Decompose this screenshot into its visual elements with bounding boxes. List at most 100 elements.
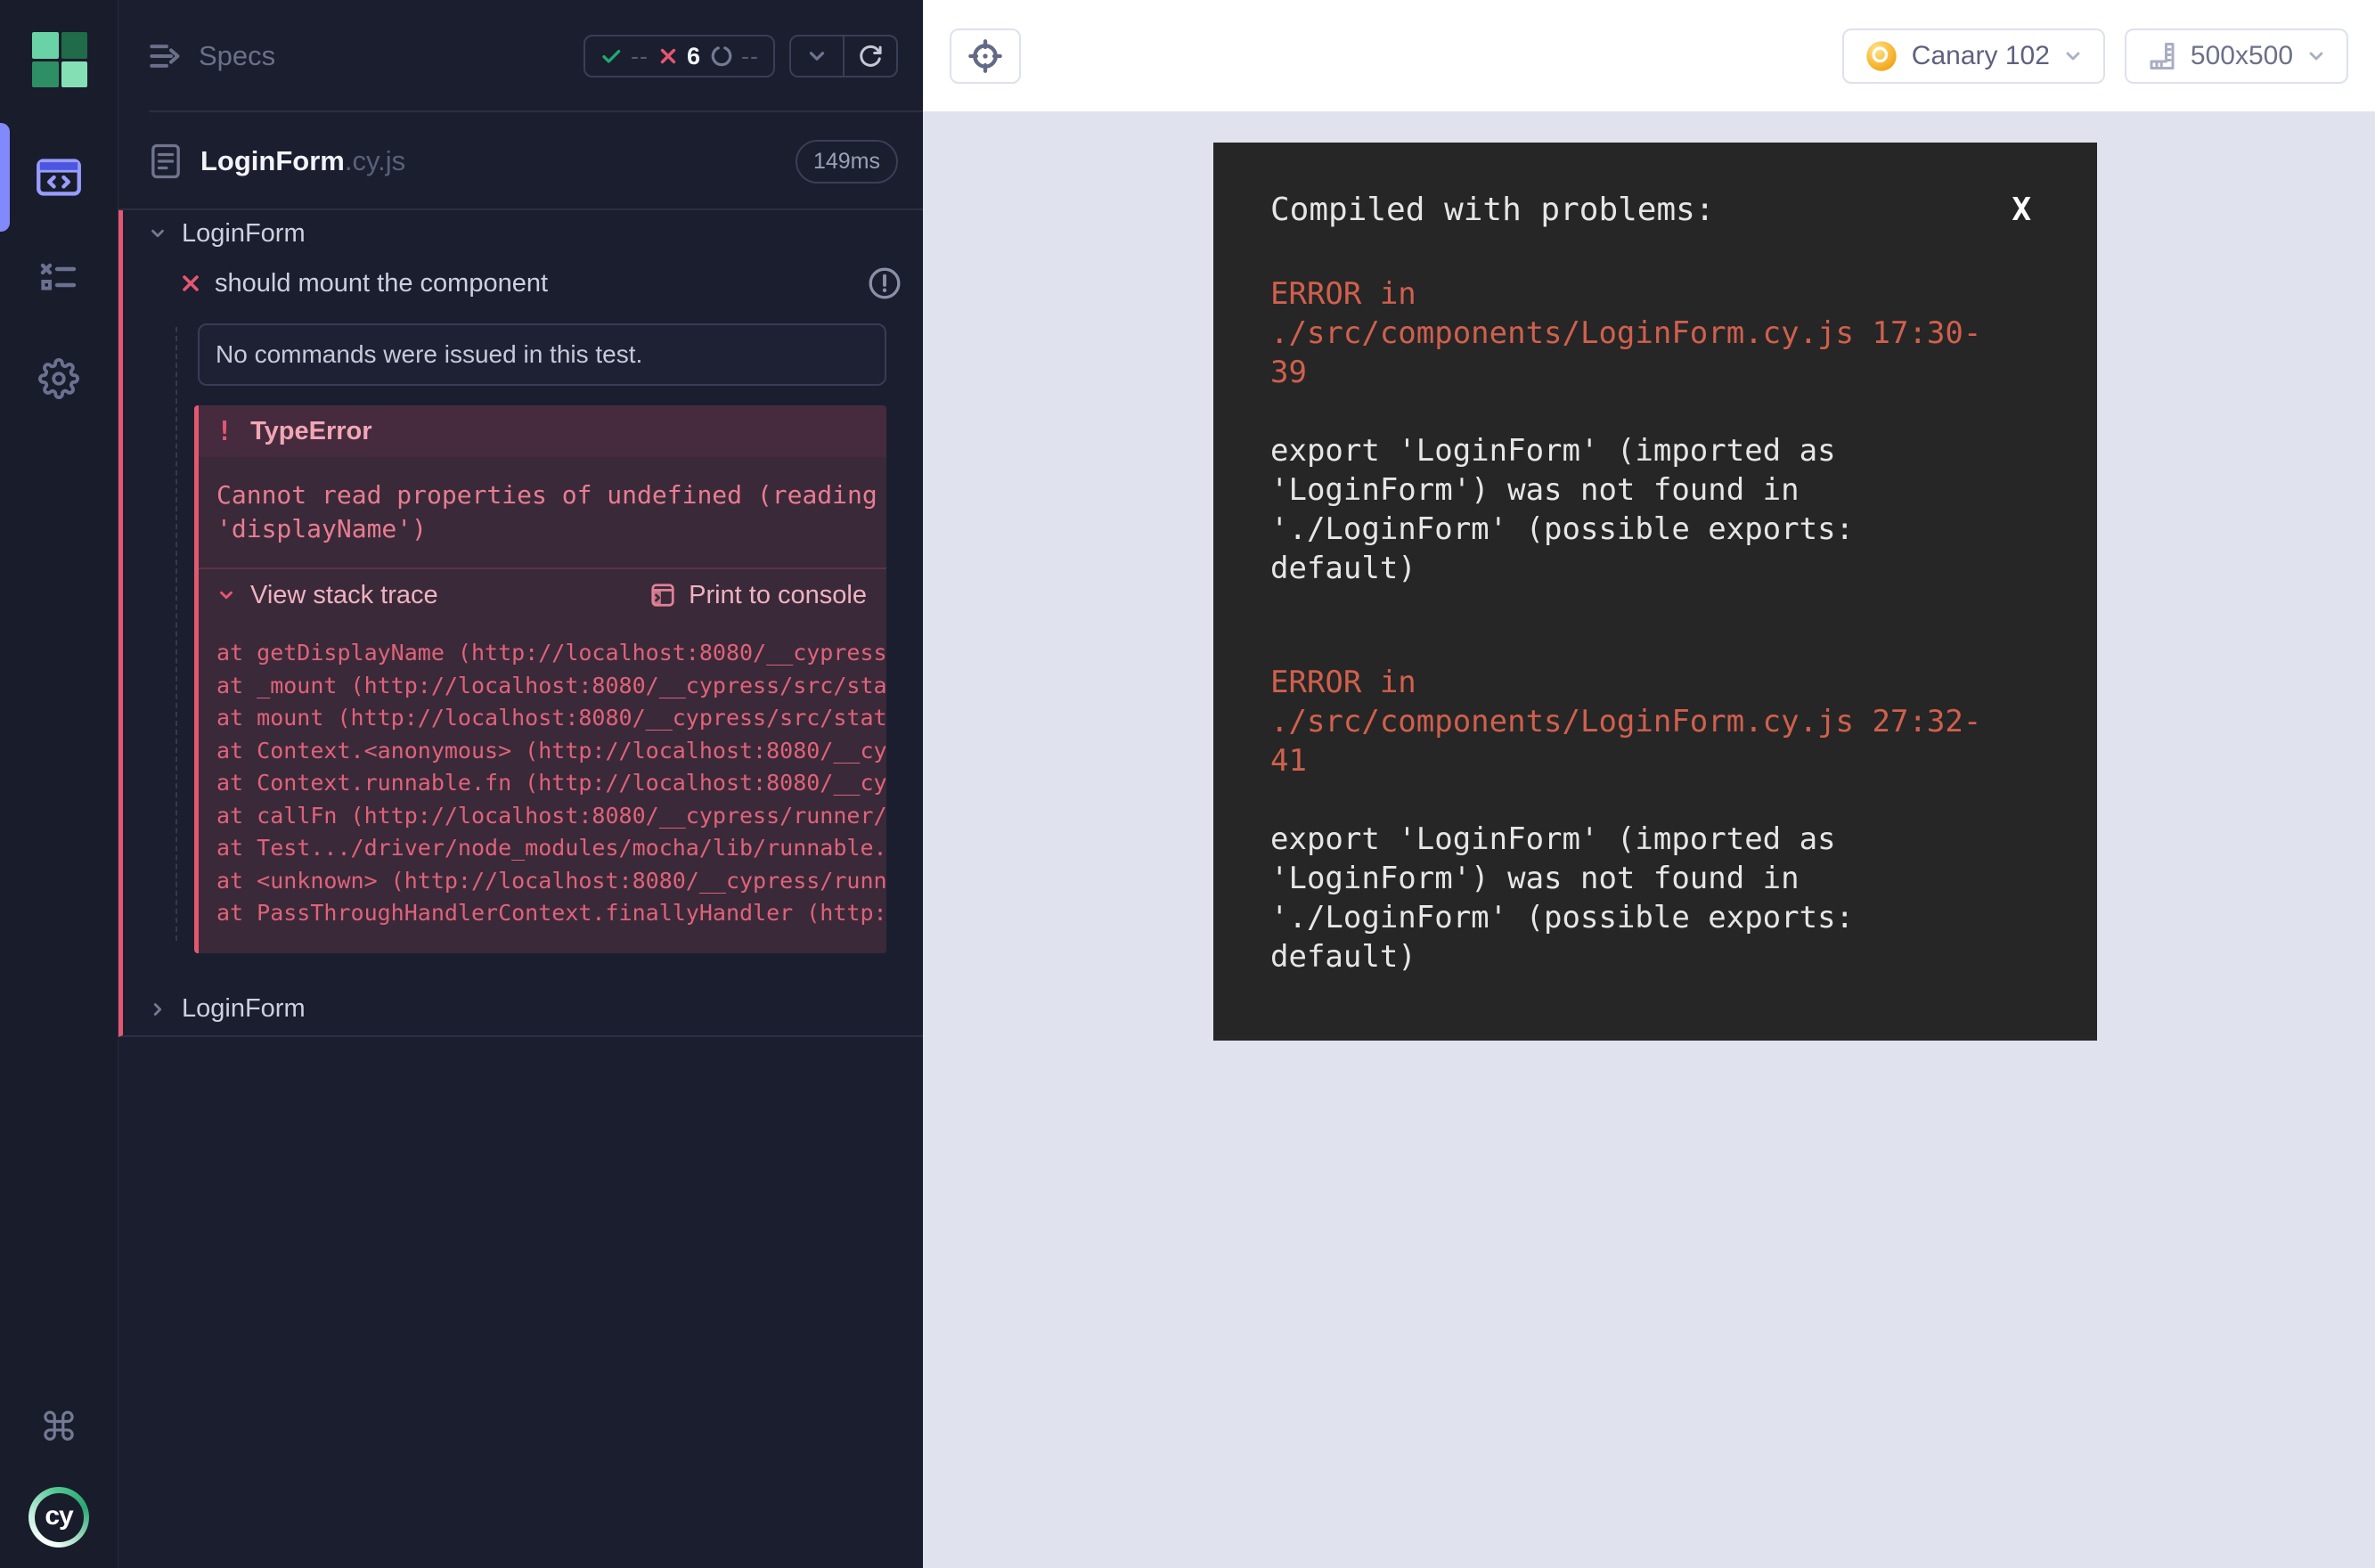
- overlay-close-button[interactable]: X: [2012, 191, 2031, 230]
- compile-error: ERROR in ./src/components/LoginForm.cy.j…: [1270, 274, 2040, 588]
- stack-line[interactable]: at Context.runnable.fn (http://localhost…: [216, 767, 886, 800]
- active-indicator-bar: [0, 123, 10, 232]
- test-title: should mount the component: [215, 269, 548, 298]
- terminal-icon: [649, 582, 676, 608]
- cypress-cy-logo: cy: [29, 1487, 89, 1548]
- passed-count: --: [631, 43, 649, 70]
- command-key-icon: ⌘: [39, 1405, 78, 1450]
- stack-trace-list: at getDisplayName (http://localhost:8080…: [199, 621, 886, 953]
- logo-tile: [61, 61, 88, 88]
- crosshair-icon: [967, 38, 1003, 74]
- stack-line[interactable]: at getDisplayName (http://localhost:8080…: [216, 637, 886, 670]
- chevron-down-icon: [805, 45, 828, 68]
- fail-x-icon: [180, 273, 201, 294]
- no-commands-hint: No commands were issued in this test.: [198, 323, 886, 386]
- aut-toolbar: Canary 102 500x500: [923, 0, 2375, 111]
- rerun-tests-button[interactable]: [843, 37, 896, 76]
- compile-error-message: export 'LoginForm' (imported as 'LoginFo…: [1270, 820, 2040, 976]
- test-row-failed[interactable]: should mount the component: [123, 257, 923, 310]
- stack-line[interactable]: at <unknown> (http://localhost:8080/__cy…: [216, 865, 886, 898]
- selector-playground-button[interactable]: [950, 29, 1021, 84]
- nav-item-settings[interactable]: [0, 330, 118, 428]
- gear-icon: [38, 358, 79, 399]
- error-body: Cannot read properties of undefined (rea…: [199, 457, 886, 953]
- compile-error-message: export 'LoginForm' (imported as 'LoginFo…: [1270, 431, 2040, 588]
- compile-error-heading: ERROR in ./src/components/LoginForm.cy.j…: [1270, 663, 2040, 780]
- specs-menu-icon: [149, 41, 184, 71]
- print-to-console-button[interactable]: Print to console: [649, 581, 867, 610]
- spec-file-icon: [151, 143, 181, 179]
- chevron-right-icon: [148, 1000, 167, 1019]
- stack-toggle-row: View stack trace Pri: [199, 568, 886, 621]
- stack-line[interactable]: at PassThroughHandlerContext.finallyHand…: [216, 897, 886, 930]
- viewport-select-label: 500x500: [2191, 41, 2293, 71]
- failed-suite-section: LoginForm should mount the component No …: [118, 210, 923, 1037]
- nav-item-specs[interactable]: [0, 128, 118, 226]
- specs-header-actions: [789, 35, 898, 78]
- compile-error: ERROR in ./src/components/LoginForm.cy.j…: [1270, 663, 2040, 976]
- error-message: Cannot read properties of undefined (rea…: [199, 457, 886, 568]
- spec-file-name: LoginForm: [200, 145, 345, 177]
- suite-row-loginform[interactable]: LoginForm: [123, 210, 923, 257]
- suite-name: LoginForm: [182, 219, 306, 249]
- cypress-version-button[interactable]: cy: [0, 1479, 118, 1556]
- fail-x-icon: [657, 45, 679, 67]
- stack-line[interactable]: at Test.../driver/node_modules/mocha/lib…: [216, 832, 886, 865]
- spec-duration-badge: 149ms: [796, 140, 898, 184]
- chevron-down-icon: [2306, 45, 2327, 67]
- suite-name: LoginForm: [182, 994, 306, 1024]
- logo-tile: [32, 61, 59, 88]
- pending-count: --: [741, 43, 759, 70]
- print-to-console-label: Print to console: [689, 581, 867, 610]
- stack-line[interactable]: at callFn (http://localhost:8080/__cypre…: [216, 800, 886, 833]
- pending-circle-icon: [710, 45, 733, 68]
- webpack-error-overlay: Compiled with problems: X ERROR in ./src…: [1213, 143, 2097, 1041]
- browser-select-label: Canary 102: [1912, 41, 2050, 71]
- check-icon: [600, 45, 623, 68]
- test-attempt-content: No commands were issued in this test. ! …: [123, 323, 923, 953]
- chrome-canary-icon: [1864, 38, 1899, 74]
- specs-panel: Specs -- 6 --: [118, 0, 923, 1568]
- overlay-title: Compiled with problems:: [1270, 191, 1715, 230]
- chevron-down-icon: [216, 585, 236, 605]
- suite-row-loginform-collapsed[interactable]: LoginForm: [123, 984, 923, 1035]
- stat-pending: --: [710, 43, 759, 70]
- stack-line[interactable]: at _mount (http://localhost:8080/__cypre…: [216, 670, 886, 703]
- error-header: ! TypeError: [199, 405, 886, 457]
- browser-select[interactable]: Canary 102: [1842, 29, 2105, 84]
- no-commands-hint-text: No commands were issued in this test.: [216, 340, 642, 369]
- spec-file-ext: .cy.js: [345, 145, 405, 177]
- specs-title: Specs: [149, 40, 275, 72]
- stack-line[interactable]: at Context.<anonymous> (http://localhost…: [216, 735, 886, 768]
- stack-line[interactable]: at mount (http://localhost:8080/__cypres…: [216, 702, 886, 735]
- spec-file-row[interactable]: LoginForm .cy.js 149ms: [118, 112, 923, 210]
- toolbar-right-group: Canary 102 500x500: [1842, 29, 2348, 84]
- spec-stats: -- 6 --: [584, 35, 775, 78]
- ruler-icon: [2146, 40, 2178, 72]
- compile-error-heading: ERROR in ./src/components/LoginForm.cy.j…: [1270, 274, 2040, 392]
- logo-tile: [61, 32, 88, 59]
- view-stack-trace-label: View stack trace: [250, 581, 438, 610]
- test-error-block: ! TypeError Cannot read properties of un…: [194, 405, 886, 953]
- stat-passed: --: [600, 43, 649, 70]
- nav-item-runs[interactable]: [0, 229, 118, 327]
- error-bang-icon: !: [216, 416, 233, 447]
- code-window-icon: [36, 158, 82, 197]
- specs-header: Specs -- 6 --: [118, 0, 923, 112]
- overlay-title-row: Compiled with problems: X: [1270, 191, 2040, 230]
- left-nav-rail: ⌘ cy: [0, 0, 118, 1568]
- error-type-label: TypeError: [250, 417, 371, 446]
- view-stack-trace-toggle[interactable]: View stack trace: [216, 581, 438, 610]
- logo-tile: [32, 32, 59, 59]
- stat-failed: 6: [657, 43, 701, 70]
- cypress-app-logo: [32, 32, 87, 87]
- viewport-select[interactable]: 500x500: [2125, 29, 2348, 84]
- chevron-down-icon: [148, 224, 167, 243]
- test-warning-icon[interactable]: [868, 266, 902, 300]
- chevron-down-icon: [2062, 45, 2084, 67]
- specs-title-label: Specs: [199, 40, 275, 72]
- collapse-tests-button[interactable]: [791, 37, 843, 76]
- refresh-icon: [858, 44, 883, 69]
- test-list-icon: [39, 262, 78, 294]
- keyboard-shortcuts-button[interactable]: ⌘: [0, 1378, 118, 1476]
